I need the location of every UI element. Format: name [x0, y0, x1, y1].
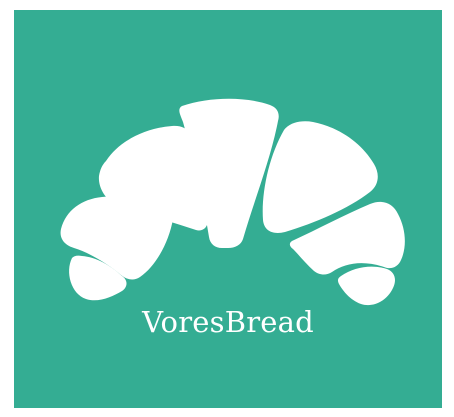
app-logo-tile: VoresBread — [14, 10, 442, 408]
brand-name: VoresBread — [142, 305, 314, 339]
croissant-icon — [14, 10, 442, 408]
